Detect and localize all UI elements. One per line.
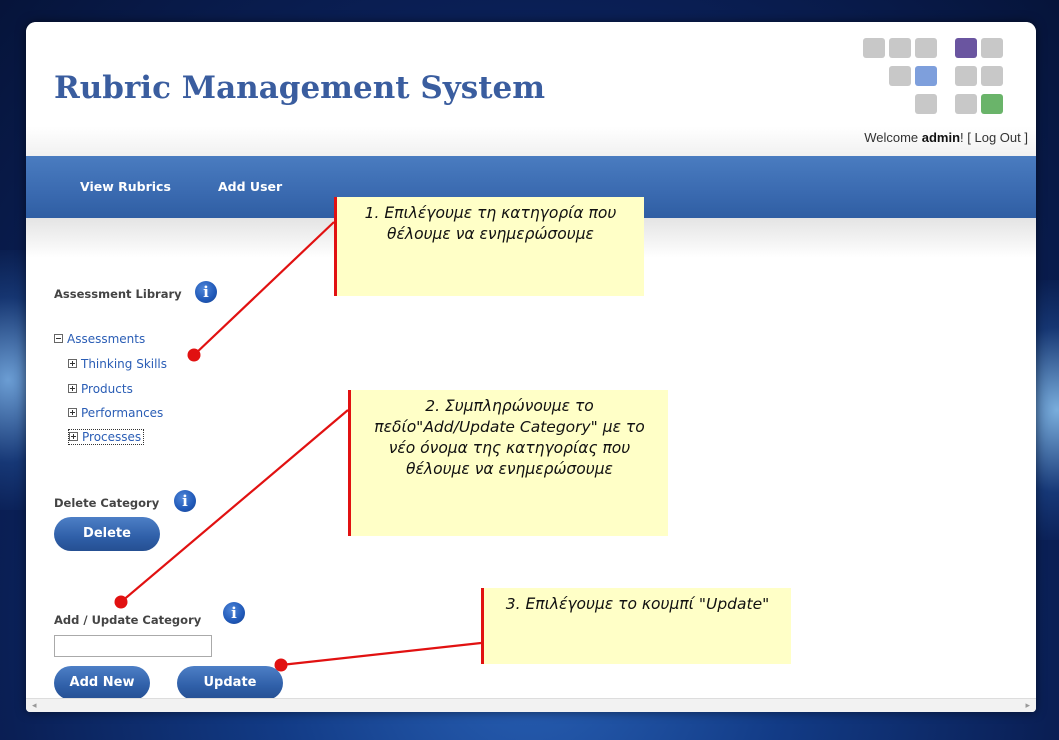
info-icon[interactable]: i: [195, 281, 217, 303]
annotation-note-1: 1. Επιλέγουμε τη κατηγορία που θέλουμε ν…: [334, 197, 644, 296]
arrow-left-icon[interactable]: ◂: [32, 700, 37, 712]
add-update-category-label: Add / Update Category: [54, 613, 202, 627]
annotation-note-2: 2. Συμπληρώνουμε το πεδίο"Add/Update Cat…: [348, 390, 668, 536]
assessment-library-label: Assessment Library: [54, 287, 182, 301]
minus-box-icon[interactable]: [54, 334, 63, 343]
plus-box-icon[interactable]: [69, 432, 78, 441]
welcome-suffix: ! [: [960, 130, 975, 145]
add-new-button[interactable]: Add New: [54, 666, 150, 700]
tree-node-label[interactable]: Thinking Skills: [81, 357, 167, 371]
info-icon[interactable]: i: [223, 602, 245, 624]
plus-box-icon[interactable]: [68, 384, 77, 393]
page-header: Rubric Management System Welcome admin! …: [26, 22, 1036, 156]
info-icon[interactable]: i: [174, 490, 196, 512]
plus-box-icon[interactable]: [68, 408, 77, 417]
delete-category-label: Delete Category: [54, 496, 160, 510]
tree-node-label[interactable]: Assessments: [67, 332, 145, 346]
tree-node-label[interactable]: Performances: [81, 406, 163, 420]
logout-link[interactable]: Log Out: [975, 130, 1021, 145]
tree-node-label[interactable]: Processes: [82, 430, 141, 444]
welcome-message: Welcome admin! [ Log Out ]: [864, 130, 1028, 145]
tree-node-label[interactable]: Products: [81, 382, 133, 396]
category-name-input[interactable]: [54, 635, 212, 657]
welcome-prefix: Welcome: [864, 130, 922, 145]
app-title: Rubric Management System: [54, 70, 546, 106]
arrow-right-icon[interactable]: ▸: [1025, 700, 1030, 712]
annotation-note-3: 3. Επιλέγουμε το κουμπί "Update": [481, 588, 791, 664]
horizontal-scrollbar[interactable]: ◂ ▸: [26, 698, 1036, 712]
plus-box-icon[interactable]: [68, 359, 77, 368]
welcome-bracket: ]: [1020, 130, 1028, 145]
tree-node-thinking-skills[interactable]: Thinking Skills: [68, 357, 167, 371]
nav-add-user[interactable]: Add User: [218, 179, 282, 194]
tree-node-performances[interactable]: Performances: [68, 406, 163, 420]
update-button[interactable]: Update: [177, 666, 283, 700]
tree-node-assessments[interactable]: Assessments: [54, 332, 145, 346]
nav-view-rubrics[interactable]: View Rubrics: [80, 179, 171, 194]
username: admin: [921, 130, 961, 145]
tree-node-products[interactable]: Products: [68, 382, 133, 396]
delete-button[interactable]: Delete: [54, 517, 160, 551]
tree-node-processes[interactable]: Processes: [68, 429, 145, 445]
